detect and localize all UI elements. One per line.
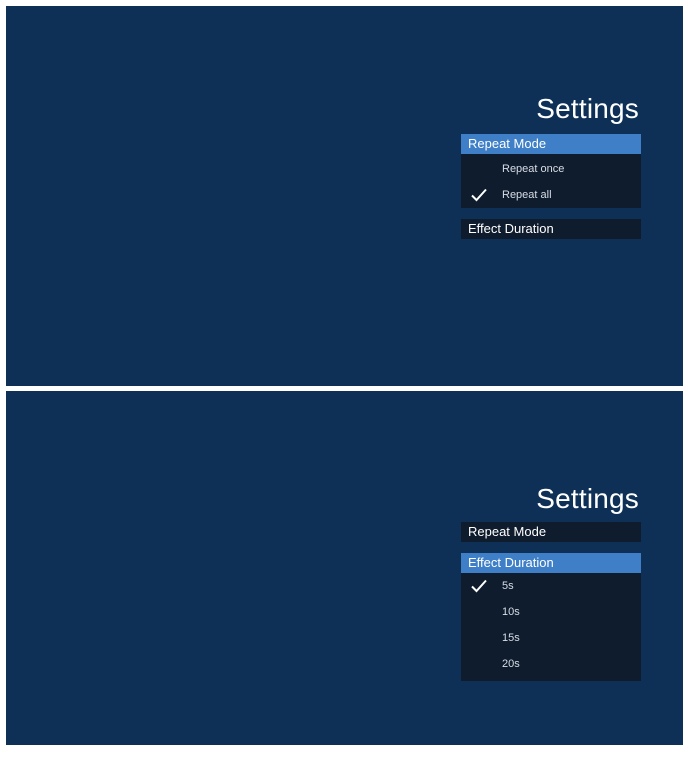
menu-item-effect-duration[interactable]: Effect Duration bbox=[461, 553, 641, 573]
effect-duration-options: 5s 10s 15s 20s bbox=[461, 573, 641, 681]
option-15s[interactable]: 15s bbox=[461, 625, 641, 651]
settings-screen-effect-duration: Settings Repeat Mode Effect Duration 5s … bbox=[6, 391, 683, 745]
page: Settings Repeat Mode Repeat once Repeat … bbox=[0, 0, 683, 774]
option-label: 20s bbox=[502, 658, 520, 670]
option-repeat-all[interactable]: Repeat all bbox=[461, 182, 641, 208]
option-20s[interactable]: 20s bbox=[461, 651, 641, 677]
option-10s[interactable]: 10s bbox=[461, 599, 641, 625]
check-icon bbox=[471, 188, 487, 202]
option-label: 15s bbox=[502, 632, 520, 644]
menu-item-repeat-mode[interactable]: Repeat Mode bbox=[461, 134, 641, 154]
option-label: Repeat all bbox=[502, 189, 552, 201]
menu-item-effect-duration[interactable]: Effect Duration bbox=[461, 219, 641, 239]
option-5s[interactable]: 5s bbox=[461, 573, 641, 599]
option-repeat-once[interactable]: Repeat once bbox=[461, 156, 641, 182]
option-label: Repeat once bbox=[502, 163, 565, 175]
menu-item-repeat-mode[interactable]: Repeat Mode bbox=[461, 522, 641, 542]
check-icon bbox=[471, 579, 487, 593]
repeat-mode-options: Repeat once Repeat all bbox=[461, 154, 641, 208]
option-label: 10s bbox=[502, 606, 520, 618]
settings-screen-repeat-mode: Settings Repeat Mode Repeat once Repeat … bbox=[6, 6, 683, 386]
option-label: 5s bbox=[502, 580, 514, 592]
settings-title: Settings bbox=[536, 483, 639, 514]
settings-title: Settings bbox=[536, 93, 639, 124]
